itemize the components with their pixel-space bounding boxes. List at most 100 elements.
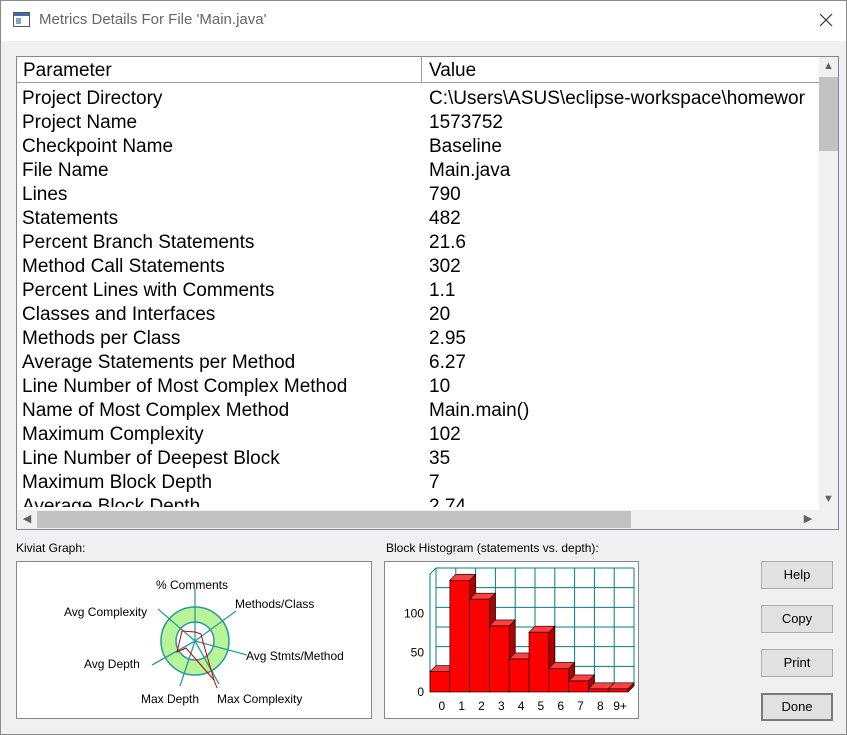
histogram-y-tick-label: 0 — [417, 685, 424, 699]
column-header-parameter[interactable]: Parameter — [17, 57, 422, 82]
copy-button[interactable]: Copy — [761, 605, 833, 633]
row-parameter-cell: Maximum Block Depth — [22, 472, 213, 493]
table-row[interactable]: Maximum Complexity 102 — [17, 423, 819, 447]
block-histogram-label: Block Histogram (statements vs. depth): — [386, 541, 599, 555]
metrics-dialog: Metrics Details For File 'Main.java' Par… — [0, 0, 847, 735]
window-app-icon — [13, 12, 30, 27]
row-parameter-cell: Average Block Depth — [22, 496, 201, 507]
row-parameter-cell: Project Directory — [22, 88, 163, 109]
scroll-left-arrow-icon[interactable]: ◀ — [17, 510, 37, 529]
histogram-x-tick-label: 6 — [557, 699, 564, 713]
help-button[interactable]: Help — [761, 561, 833, 589]
kiviat-graph-panel: % Comments Methods/Class Avg Stmts/Metho… — [16, 561, 372, 719]
vertical-scrollbar[interactable]: ▲ ▼ — [819, 57, 838, 510]
histogram-x-tick-label: 1 — [458, 699, 465, 713]
row-value-cell: 20 — [429, 304, 451, 325]
table-row[interactable]: Checkpoint Name Baseline — [17, 135, 819, 159]
table-row[interactable]: Method Call Statements 302 — [17, 255, 819, 279]
row-parameter-cell: Percent Branch Statements — [22, 232, 255, 253]
horizontal-scroll-thumb[interactable] — [37, 511, 631, 528]
table-header: Parameter Value — [17, 57, 819, 83]
vertical-scroll-thumb[interactable] — [819, 77, 838, 151]
table-row[interactable]: Project Name 1573752 — [17, 111, 819, 135]
table-row[interactable]: Line Number of Most Complex Method 10 — [17, 375, 819, 399]
row-value-cell: 2.74 — [429, 496, 466, 507]
table-row[interactable]: Maximum Block Depth 7 — [17, 471, 819, 495]
table-row[interactable]: Average Statements per Method 6.27 — [17, 351, 819, 375]
row-value-cell: 1573752 — [429, 112, 503, 133]
table-row[interactable]: Lines 790 — [17, 183, 819, 207]
metrics-table[interactable]: Parameter Value Project Directory C:\User… — [16, 56, 839, 530]
row-value-cell: 35 — [429, 448, 451, 469]
kiviat-axis-label: Avg Complexity — [64, 605, 147, 619]
scroll-down-arrow-icon[interactable]: ▼ — [819, 490, 838, 508]
row-value-cell: 790 — [429, 184, 461, 205]
kiviat-graph: % Comments Methods/Class Avg Stmts/Metho… — [64, 578, 344, 706]
table-row[interactable]: File Name Main.java — [17, 159, 819, 183]
scroll-up-arrow-icon[interactable]: ▲ — [819, 57, 838, 75]
row-parameter-cell: Project Name — [22, 112, 138, 133]
close-button[interactable] — [806, 1, 846, 41]
done-button[interactable]: Done — [761, 693, 833, 721]
window-title: Metrics Details For File 'Main.java' — [39, 11, 267, 28]
table-row[interactable]: Methods per Class 2.95 — [17, 327, 819, 351]
row-value-cell: 10 — [429, 376, 451, 397]
table-row[interactable]: Project Directory C:\Users\ASUS\eclipse-w… — [17, 87, 819, 111]
row-parameter-cell: Classes and Interfaces — [22, 304, 216, 325]
row-parameter-cell: Line Number of Deepest Block — [22, 448, 280, 469]
row-value-cell: C:\Users\ASUS\eclipse-workspace\homewor — [429, 88, 805, 109]
histogram-y-tick-label: 100 — [404, 606, 424, 620]
row-value-cell: 21.6 — [429, 232, 466, 253]
column-header-value[interactable]: Value — [423, 57, 819, 82]
close-icon — [819, 13, 833, 27]
row-value-cell: Main.main() — [429, 400, 530, 421]
kiviat-axis-label: Methods/Class — [235, 597, 314, 611]
row-parameter-cell: Percent Lines with Comments — [22, 280, 275, 301]
row-parameter-cell: File Name — [22, 160, 109, 181]
row-value-cell: 102 — [429, 424, 461, 445]
histogram-x-tick-label: 0 — [439, 699, 446, 713]
histogram-x-tick-label: 4 — [518, 699, 525, 713]
print-button[interactable]: Print — [761, 649, 833, 677]
row-value-cell: 2.95 — [429, 328, 466, 349]
row-parameter-cell: Average Statements per Method — [22, 352, 296, 373]
row-value-cell: 7 — [429, 472, 440, 493]
kiviat-graph-label: Kiviat Graph: — [16, 541, 86, 555]
kiviat-axis-label: % Comments — [156, 578, 228, 592]
table-row[interactable]: Percent Lines with Comments 1.1 — [17, 279, 819, 303]
row-parameter-cell: Line Number of Most Complex Method — [22, 376, 348, 397]
table-row[interactable]: Classes and Interfaces 20 — [17, 303, 819, 327]
row-parameter-cell: Name of Most Complex Method — [22, 400, 290, 421]
histogram-y-tick-label: 50 — [411, 646, 425, 660]
row-value-cell: 302 — [429, 256, 461, 277]
histogram-x-tick-label: 8 — [597, 699, 604, 713]
kiviat-axis-label: Max Complexity — [217, 692, 302, 706]
histogram-x-tick-label: 2 — [478, 699, 485, 713]
table-row[interactable]: Statements 482 — [17, 207, 819, 231]
scroll-right-arrow-icon[interactable]: ▶ — [798, 510, 818, 529]
kiviat-axis-label: Max Depth — [141, 692, 199, 706]
kiviat-plot-outlier — [213, 679, 218, 689]
row-value-cell: Baseline — [429, 136, 502, 157]
row-value-cell: 1.1 — [429, 280, 456, 301]
block-histogram-chart: 0501000 1 2 3 4 5 6 7 8 9+ — [404, 567, 635, 713]
table-row[interactable]: Average Block Depth 2.74 — [17, 495, 819, 507]
histogram-x-tick-label: 3 — [498, 699, 505, 713]
row-parameter-cell: Method Call Statements — [22, 256, 225, 277]
table-row[interactable]: Name of Most Complex Method Main.main() — [17, 399, 819, 423]
histogram-x-tick-label: 5 — [538, 699, 545, 713]
horizontal-scrollbar[interactable]: ◀ ▶ — [17, 510, 819, 529]
block-histogram-panel: 0 50 100 0 1 2 3 4 5 6 7 8 9+ — [384, 561, 639, 719]
kiviat-axis-label: Avg Stmts/Method — [246, 649, 344, 663]
kiviat-axis-label: Avg Depth — [84, 657, 140, 671]
row-parameter-cell: Methods per Class — [22, 328, 181, 349]
table-row[interactable]: Line Number of Deepest Block 35 — [17, 447, 819, 471]
table-body: Project Directory C:\Users\ASUS\eclipse-w… — [17, 87, 819, 507]
table-row[interactable]: Percent Branch Statements 21.6 — [17, 231, 819, 255]
scrollbar-corner — [819, 510, 838, 529]
row-parameter-cell: Statements — [22, 208, 119, 229]
histogram-x-tick-label: 7 — [577, 699, 584, 713]
row-value-cell: 482 — [429, 208, 461, 229]
row-parameter-cell: Checkpoint Name — [22, 136, 174, 157]
histogram-x-tick-label: 9+ — [613, 699, 627, 713]
